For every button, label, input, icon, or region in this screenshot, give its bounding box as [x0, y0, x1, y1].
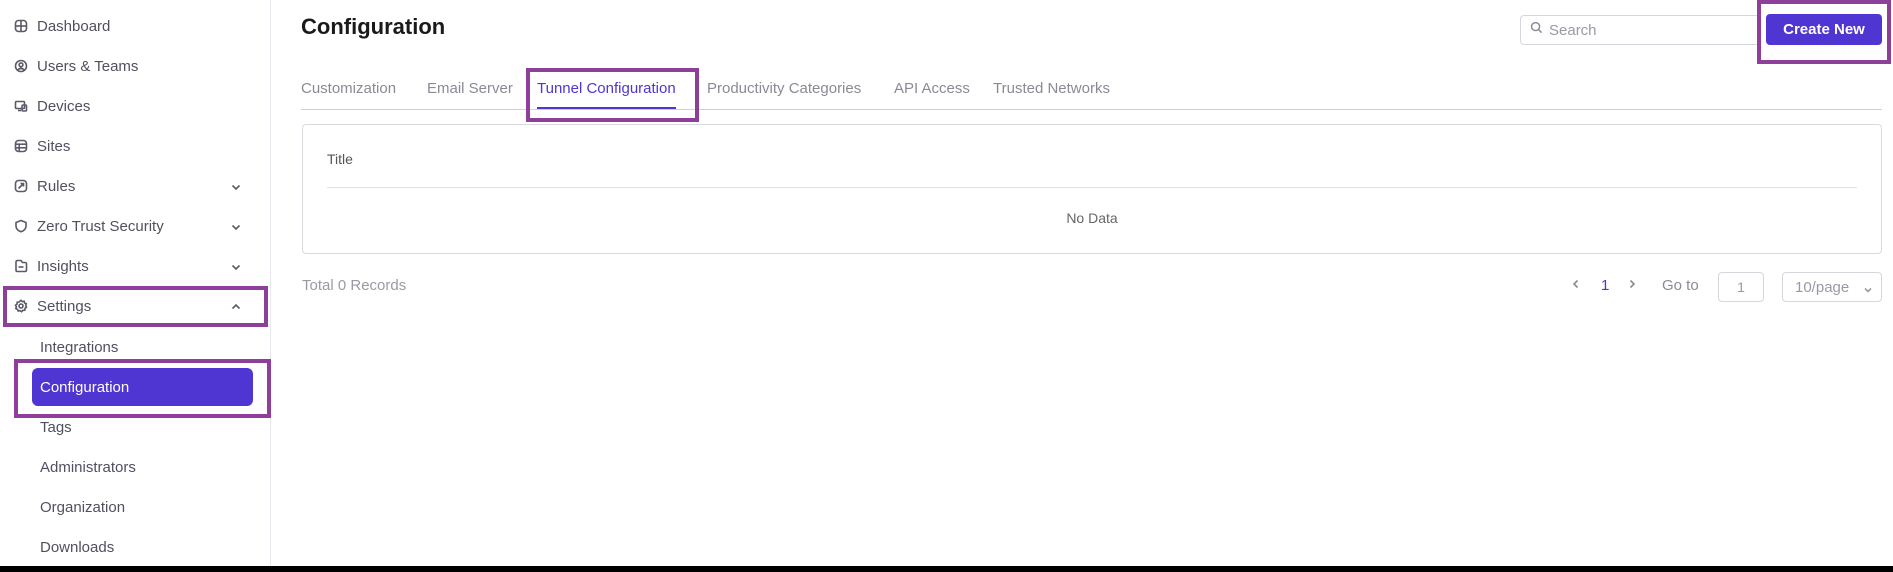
sidebar-subitem-administrators[interactable]: Administrators	[40, 453, 136, 481]
sidebar-item-zero-trust-security[interactable]: Zero Trust Security	[14, 212, 254, 240]
pagination: 1 Go to 10/page	[1560, 272, 1882, 302]
sidebar-item-label: Insights	[37, 257, 89, 275]
search-input[interactable]	[1549, 21, 1749, 39]
tab-productivity-categories[interactable]: Productivity Categories	[707, 80, 861, 97]
sidebar-item-insights[interactable]: Insights	[14, 252, 254, 280]
goto-page-input[interactable]	[1718, 272, 1764, 302]
sidebar-item-label: Zero Trust Security	[37, 217, 164, 235]
chevron-up-icon[interactable]	[230, 300, 242, 312]
next-page-icon[interactable]	[1626, 277, 1638, 294]
app-window: Dashboard Users & Teams Devices Sites Ru…	[0, 0, 1893, 566]
goto-label: Go to	[1662, 277, 1699, 294]
sidebar-item-label: Users & Teams	[37, 57, 139, 75]
devices-icon	[14, 99, 28, 113]
prev-page-icon[interactable]	[1570, 277, 1582, 294]
user-icon	[14, 59, 28, 73]
sidebar-item-sites[interactable]: Sites	[14, 132, 254, 160]
dashboard-icon	[14, 19, 28, 33]
chevron-down-icon[interactable]	[230, 220, 242, 232]
sidebar-item-settings[interactable]: Settings	[14, 292, 254, 320]
page-number[interactable]: 1	[1601, 277, 1609, 294]
table-divider	[327, 187, 1857, 188]
tab-customization[interactable]: Customization	[301, 80, 396, 97]
chevron-down-icon	[1863, 282, 1873, 299]
insights-icon	[14, 259, 28, 273]
tab-tunnel-configuration[interactable]: Tunnel Configuration	[537, 80, 676, 109]
sidebar: Dashboard Users & Teams Devices Sites Ru…	[0, 0, 271, 566]
gear-icon	[14, 299, 28, 313]
tab-api-access[interactable]: API Access	[894, 80, 970, 97]
sidebar-item-label: Rules	[37, 177, 76, 195]
search-icon	[1530, 21, 1543, 39]
sidebar-subitem-organization[interactable]: Organization	[40, 493, 125, 521]
search-box[interactable]	[1520, 15, 1760, 45]
sidebar-item-label: Sites	[37, 137, 71, 155]
column-header-title: Title	[327, 151, 353, 167]
sidebar-item-label: Dashboard	[37, 17, 111, 35]
tab-email-server[interactable]: Email Server	[427, 80, 513, 97]
sidebar-subitem-integrations[interactable]: Integrations	[40, 333, 118, 361]
page-title: Configuration	[301, 14, 446, 39]
sidebar-item-dashboard[interactable]: Dashboard	[14, 12, 254, 40]
sidebar-item-rules[interactable]: Rules	[14, 172, 254, 200]
chevron-down-icon[interactable]	[230, 180, 242, 192]
total-records: Total 0 Records	[302, 277, 407, 294]
create-new-button[interactable]: Create New	[1766, 14, 1882, 45]
shield-icon	[14, 219, 28, 233]
rules-icon	[14, 179, 28, 193]
tab-trusted-networks[interactable]: Trusted Networks	[993, 80, 1110, 97]
data-table: Title No Data	[302, 124, 1882, 254]
tab-bar: Customization Email Server Tunnel Config…	[301, 78, 1882, 110]
sites-icon	[14, 139, 28, 153]
sidebar-item-users-teams[interactable]: Users & Teams	[14, 52, 254, 80]
sidebar-subitem-configuration[interactable]: Configuration	[32, 368, 253, 406]
chevron-down-icon[interactable]	[230, 260, 242, 272]
page-size-value: 10/page	[1795, 278, 1850, 296]
sidebar-item-label: Settings	[37, 297, 92, 315]
sidebar-subitem-downloads[interactable]: Downloads	[40, 533, 114, 561]
sidebar-subitem-tags[interactable]: Tags	[40, 413, 72, 441]
sidebar-item-devices[interactable]: Devices	[14, 92, 254, 120]
page-size-select[interactable]: 10/page	[1782, 272, 1882, 302]
empty-state-text: No Data	[1066, 210, 1118, 226]
sidebar-item-label: Devices	[37, 97, 91, 115]
